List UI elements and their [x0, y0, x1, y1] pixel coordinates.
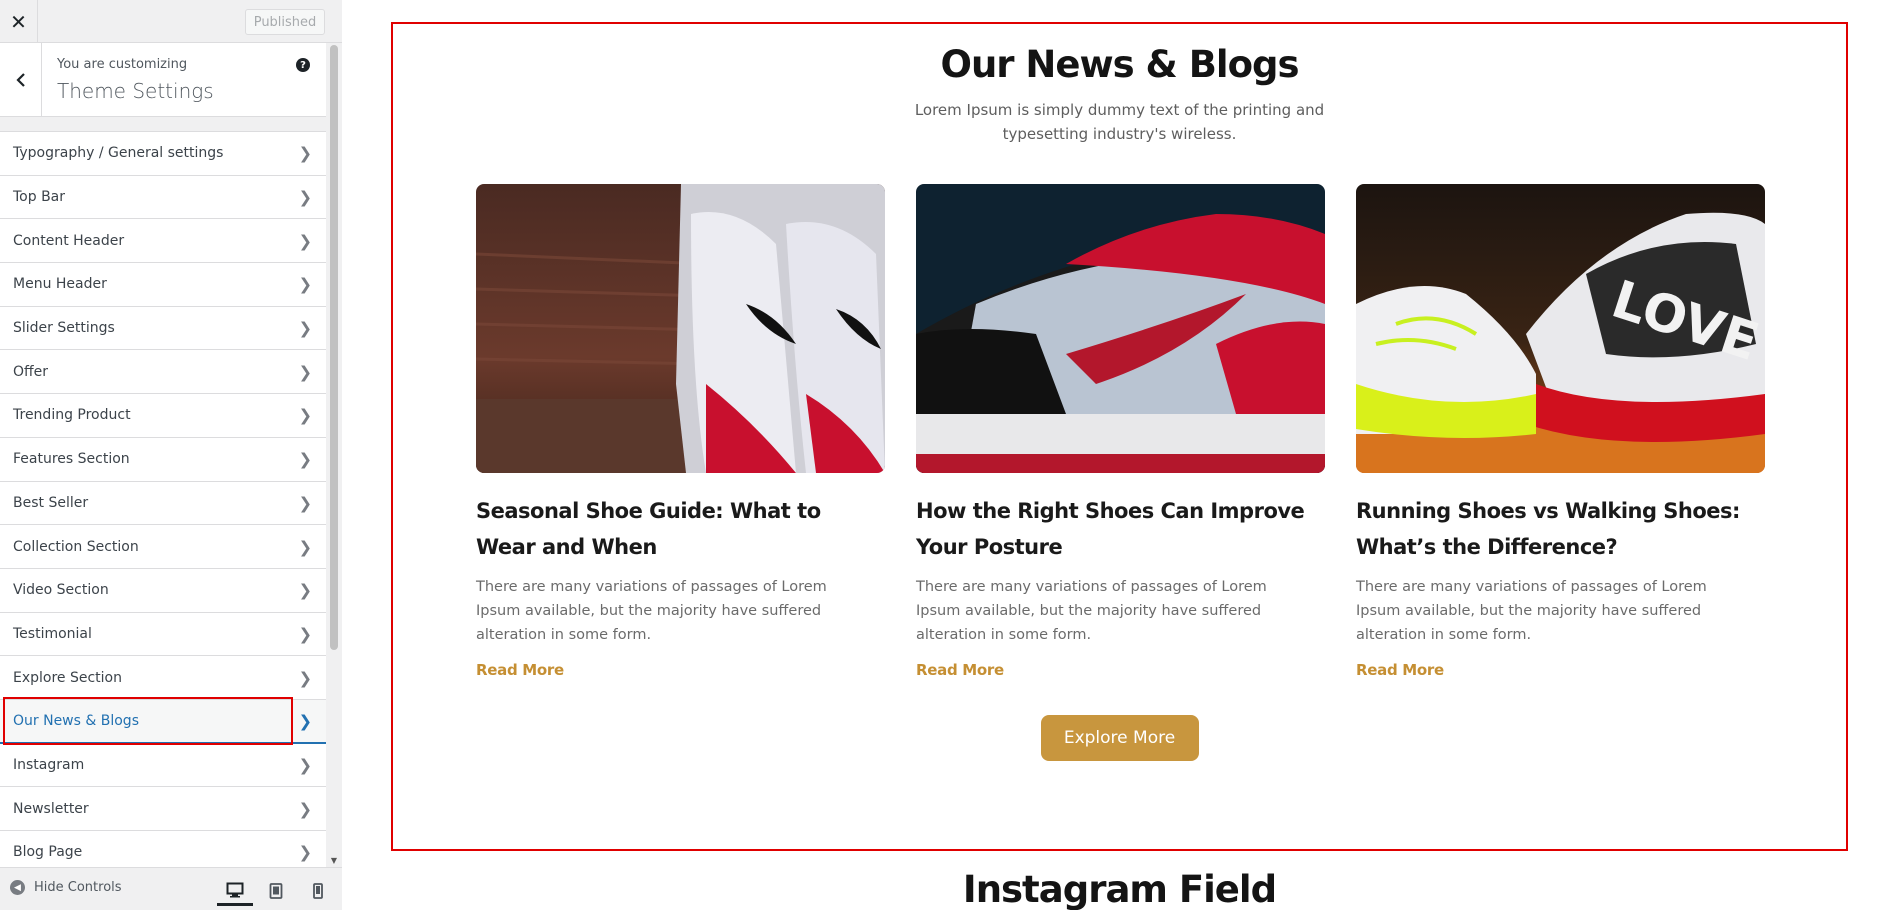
section-list: Typography / General settings ❯ Top Bar ❯ … [0, 131, 326, 875]
section-item-label: Content Header [13, 232, 125, 249]
chevron-right-icon: ❯ [298, 755, 312, 775]
section-item-label: Best Seller [13, 494, 89, 511]
chevron-right-icon: ❯ [298, 231, 312, 251]
customizer-header: ✕ Published [0, 0, 342, 43]
section-item-label: Slider Settings [13, 320, 115, 337]
section-title: Our News & Blogs [940, 43, 1299, 86]
hide-controls-button[interactable]: ◀ Hide Controls [10, 880, 122, 895]
close-button[interactable]: ✕ [0, 0, 38, 43]
customizer-info-panel: You are customizing Theme Settings ? [0, 43, 326, 117]
site-preview: Our News & Blogs Lorem Ipsum is simply d… [342, 0, 1897, 910]
chevron-right-icon: ❯ [298, 449, 312, 469]
blog-card-image[interactable] [476, 184, 885, 473]
chevron-right-icon: ❯ [298, 711, 312, 731]
section-item-label: Offer [13, 363, 49, 380]
section-item-features-section[interactable]: Features Section ❯ [0, 437, 326, 482]
section-item-label: Instagram [13, 756, 85, 773]
blog-card-title[interactable]: Running Shoes vs Walking Shoes: What’s t… [1356, 493, 1765, 565]
section-item-label: Trending Product [13, 407, 131, 424]
device-tablet-button[interactable] [258, 876, 294, 906]
close-icon: ✕ [10, 9, 27, 34]
chevron-right-icon: ❯ [298, 668, 312, 688]
section-item-testimonial[interactable]: Testimonial ❯ [0, 612, 326, 657]
chevron-right-icon: ❯ [298, 624, 312, 644]
published-button[interactable]: Published [245, 9, 325, 35]
read-more-link[interactable]: Read More [1356, 661, 1444, 679]
section-item-label: Testimonial [13, 625, 92, 642]
section-item-label: Collection Section [13, 538, 139, 555]
section-item-top-bar[interactable]: Top Bar ❯ [0, 175, 326, 220]
chevron-right-icon: ❯ [298, 842, 312, 862]
section-item-label: Newsletter [13, 800, 89, 817]
chevron-right-icon: ❯ [298, 405, 312, 425]
blog-card: LOVE Running Shoes vs Walking Shoes: Wha… [1356, 184, 1765, 679]
section-item-label: Blog Page [13, 844, 83, 861]
mobile-icon [313, 883, 323, 899]
section-item-offer[interactable]: Offer ❯ [0, 350, 326, 395]
blog-card-title[interactable]: How the Right Shoes Can Improve Your Pos… [916, 493, 1325, 565]
blog-card-excerpt: There are many variations of passages of… [476, 579, 827, 643]
chevron-right-icon: ❯ [298, 580, 312, 600]
desktop-icon [226, 882, 244, 897]
section-item-label: Explore Section [13, 669, 122, 686]
section-item-news-blogs[interactable]: Our News & Blogs ❯ [0, 699, 326, 744]
section-item-instagram[interactable]: Instagram ❯ [0, 743, 326, 788]
device-desktop-button[interactable] [217, 876, 253, 906]
panel-title: Theme Settings [57, 79, 214, 103]
section-item-label: Features Section [13, 451, 130, 468]
read-more-link[interactable]: Read More [476, 661, 564, 679]
scrollbar-thumb[interactable] [330, 45, 338, 650]
blog-card: Seasonal Shoe Guide: What to Wear and Wh… [476, 184, 885, 679]
sneaker-image-red-black [916, 184, 1325, 473]
chevron-right-icon: ❯ [298, 493, 312, 513]
blog-card-excerpt: There are many variations of passages of… [1356, 579, 1707, 643]
tablet-icon [269, 883, 283, 899]
back-button[interactable] [0, 43, 42, 117]
section-item-newsletter[interactable]: Newsletter ❯ [0, 787, 326, 831]
sidebar-scrollbar[interactable]: ▼ [326, 43, 342, 867]
sneaker-image-love: LOVE [1356, 184, 1765, 473]
section-item-trending-product[interactable]: Trending Product ❯ [0, 394, 326, 438]
explore-more-button[interactable]: Explore More [1040, 715, 1199, 761]
blog-card-image[interactable] [916, 184, 1325, 473]
chevron-right-icon: ❯ [298, 537, 312, 557]
blog-card-title[interactable]: Seasonal Shoe Guide: What to Wear and Wh… [476, 493, 885, 565]
section-item-label: Menu Header [13, 276, 107, 293]
section-item-label: Typography / General settings [13, 145, 224, 162]
customizing-label: You are customizing [57, 57, 188, 72]
chevron-right-icon: ❯ [298, 274, 312, 294]
section-item-content-header[interactable]: Content Header ❯ [0, 219, 326, 264]
chevron-right-icon: ❯ [298, 318, 312, 338]
hide-controls-label: Hide Controls [34, 880, 122, 895]
section-item-label: Top Bar [13, 189, 66, 206]
section-item-slider-settings[interactable]: Slider Settings ❯ [0, 306, 326, 351]
collapse-icon: ◀ [10, 880, 25, 895]
section-item-label: Video Section [13, 582, 109, 599]
section-item-collection-section[interactable]: Collection Section ❯ [0, 525, 326, 569]
section-item-menu-header[interactable]: Menu Header ❯ [0, 263, 326, 307]
news-blogs-section[interactable]: Our News & Blogs Lorem Ipsum is simply d… [391, 22, 1848, 851]
section-item-explore-section[interactable]: Explore Section ❯ [0, 656, 326, 700]
chevron-right-icon: ❯ [298, 143, 312, 163]
customizer-footer: ◀ Hide Controls [0, 867, 342, 910]
help-icon[interactable]: ? [296, 58, 310, 72]
sneaker-image-white-red [476, 184, 885, 473]
section-item-best-seller[interactable]: Best Seller ❯ [0, 481, 326, 526]
chevron-left-icon [15, 73, 25, 87]
section-item-typography[interactable]: Typography / General settings ❯ [0, 132, 326, 176]
section-item-label: Our News & Blogs [13, 712, 139, 729]
chevron-right-icon: ❯ [298, 187, 312, 207]
chevron-right-icon: ❯ [298, 799, 312, 819]
blog-card: How the Right Shoes Can Improve Your Pos… [916, 184, 1325, 679]
customizer-sidebar: ✕ Published You are customizing Theme Se… [0, 0, 342, 910]
scroll-down-arrow-icon[interactable]: ▼ [330, 857, 338, 865]
section-item-video-section[interactable]: Video Section ❯ [0, 568, 326, 613]
device-mobile-button[interactable] [300, 876, 336, 906]
blog-card-image[interactable]: LOVE [1356, 184, 1765, 473]
instagram-section-title: Instagram Field [962, 868, 1277, 910]
blog-card-excerpt: There are many variations of passages of… [916, 579, 1267, 643]
chevron-right-icon: ❯ [298, 362, 312, 382]
section-subtitle: Lorem Ipsum is simply dummy text of the … [914, 101, 1325, 143]
read-more-link[interactable]: Read More [916, 661, 1004, 679]
